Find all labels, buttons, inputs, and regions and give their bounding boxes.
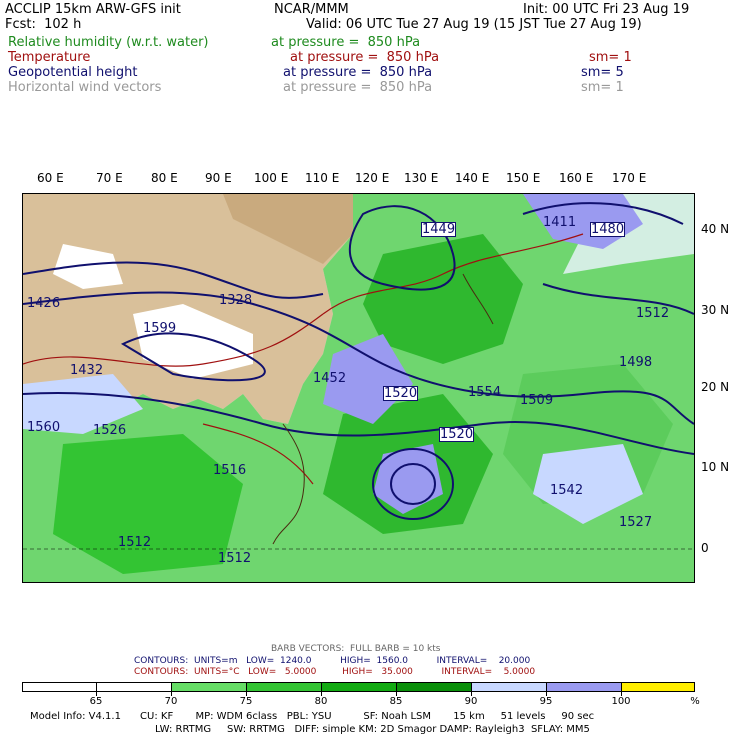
height-label: 1509 <box>520 393 554 408</box>
lat-label: 40 N <box>701 222 730 236</box>
height-label: 1560 <box>27 420 61 435</box>
colorbar-label: 70 <box>164 696 178 707</box>
height-label: 1432 <box>70 363 104 378</box>
lon-label: 130 E <box>404 171 439 185</box>
lon-label: 170 E <box>612 171 647 185</box>
field-height-name: Geopotential height <box>8 65 138 80</box>
colorbar-tick <box>396 682 397 696</box>
colorbar-label: 100 <box>611 696 631 707</box>
lon-label: 110 E <box>305 171 340 185</box>
model-title: ACCLIP 15km ARW-GFS init <box>5 2 181 17</box>
height-label: 1599 <box>143 321 177 336</box>
field-height-sm: sm= 5 <box>581 65 624 80</box>
height-label: 1480 <box>590 222 626 237</box>
field-wind-name: Horizontal wind vectors <box>8 80 162 95</box>
colorbar-tick <box>321 682 322 696</box>
lon-label: 60 E <box>37 171 64 185</box>
height-label: 1520 <box>439 427 475 442</box>
forecast-hour: Fcst: 102 h <box>5 17 82 32</box>
colorbar-label: 90 <box>464 696 478 707</box>
height-label: 1512 <box>636 306 670 321</box>
colorbar-label: 95 <box>539 696 553 707</box>
height-label: 1520 <box>383 386 419 401</box>
colorbar-label: 80 <box>314 696 328 707</box>
lat-label: 0 <box>701 541 709 555</box>
colorbar-label: 65 <box>89 696 103 707</box>
init-time: Init: 00 UTC Fri 23 Aug 19 <box>523 2 690 17</box>
colorbar-label: 85 <box>389 696 403 707</box>
valid-time: Valid: 06 UTC Tue 27 Aug 19 (15 JST Tue … <box>306 17 642 32</box>
height-label: 1449 <box>421 222 457 237</box>
colorbar-tick <box>171 682 172 696</box>
org-label: NCAR/MMM <box>274 2 349 17</box>
lon-label: 120 E <box>355 171 390 185</box>
field-height-level: at pressure = 850 hPa <box>283 65 433 80</box>
barb-legend: BARB VECTORS: FULL BARB = 10 kts <box>271 644 441 654</box>
height-label: 1512 <box>218 551 252 566</box>
field-temp-name: Temperature <box>8 50 91 65</box>
field-rh-name: Relative humidity (w.r.t. water) <box>8 35 209 50</box>
colorbar-tick <box>546 682 547 696</box>
lat-label: 20 N <box>701 380 730 394</box>
height-label: 1526 <box>93 423 127 438</box>
contour-legend-height: CONTOURS: UNITS=m LOW= 1240.0 HIGH= 1560… <box>134 656 531 666</box>
field-temp-sm: sm= 1 <box>589 50 632 65</box>
field-wind-sm: sm= 1 <box>581 80 624 95</box>
height-label: 1516 <box>213 463 247 478</box>
height-label: 1328 <box>219 293 253 308</box>
colorbar-tick <box>621 682 622 696</box>
height-label: 1554 <box>468 385 502 400</box>
colorbar-frame <box>22 682 695 692</box>
height-label: 1542 <box>550 483 584 498</box>
lat-label: 10 N <box>701 460 730 474</box>
colorbar-unit: % <box>690 696 700 707</box>
lon-label: 80 E <box>151 171 178 185</box>
lon-label: 160 E <box>559 171 594 185</box>
lon-label: 100 E <box>254 171 289 185</box>
height-label: 1411 <box>543 215 577 230</box>
height-label: 1452 <box>313 371 347 386</box>
height-label: 1527 <box>619 515 653 530</box>
map-canvas <box>23 194 694 582</box>
field-rh-level: at pressure = 850 hPa <box>271 35 421 50</box>
colorbar-tick <box>246 682 247 696</box>
height-label: 1512 <box>118 535 152 550</box>
lon-label: 90 E <box>205 171 232 185</box>
lon-label: 70 E <box>96 171 123 185</box>
lon-label: 140 E <box>455 171 490 185</box>
colorbar-label: 75 <box>239 696 253 707</box>
lat-label: 30 N <box>701 303 730 317</box>
lon-label: 150 E <box>506 171 541 185</box>
contour-legend-temp: CONTOURS: UNITS=°C LOW= 5.0000 HIGH= 35.… <box>134 667 536 677</box>
field-temp-level: at pressure = 850 hPa <box>290 50 440 65</box>
colorbar-tick <box>471 682 472 696</box>
height-label: 1426 <box>27 296 61 311</box>
model-info-1: Model Info: V4.1.1 CU: KF MP: WDM 6class… <box>30 711 595 722</box>
colorbar-tick <box>96 682 97 696</box>
weather-map: 1449 1480 1411 1512 1426 1599 1432 1328 … <box>22 193 695 583</box>
field-wind-level: at pressure = 850 hPa <box>283 80 433 95</box>
model-info-2: LW: RRTMG SW: RRTMG DIFF: simple KM: 2D … <box>155 724 590 735</box>
height-label: 1498 <box>619 355 653 370</box>
